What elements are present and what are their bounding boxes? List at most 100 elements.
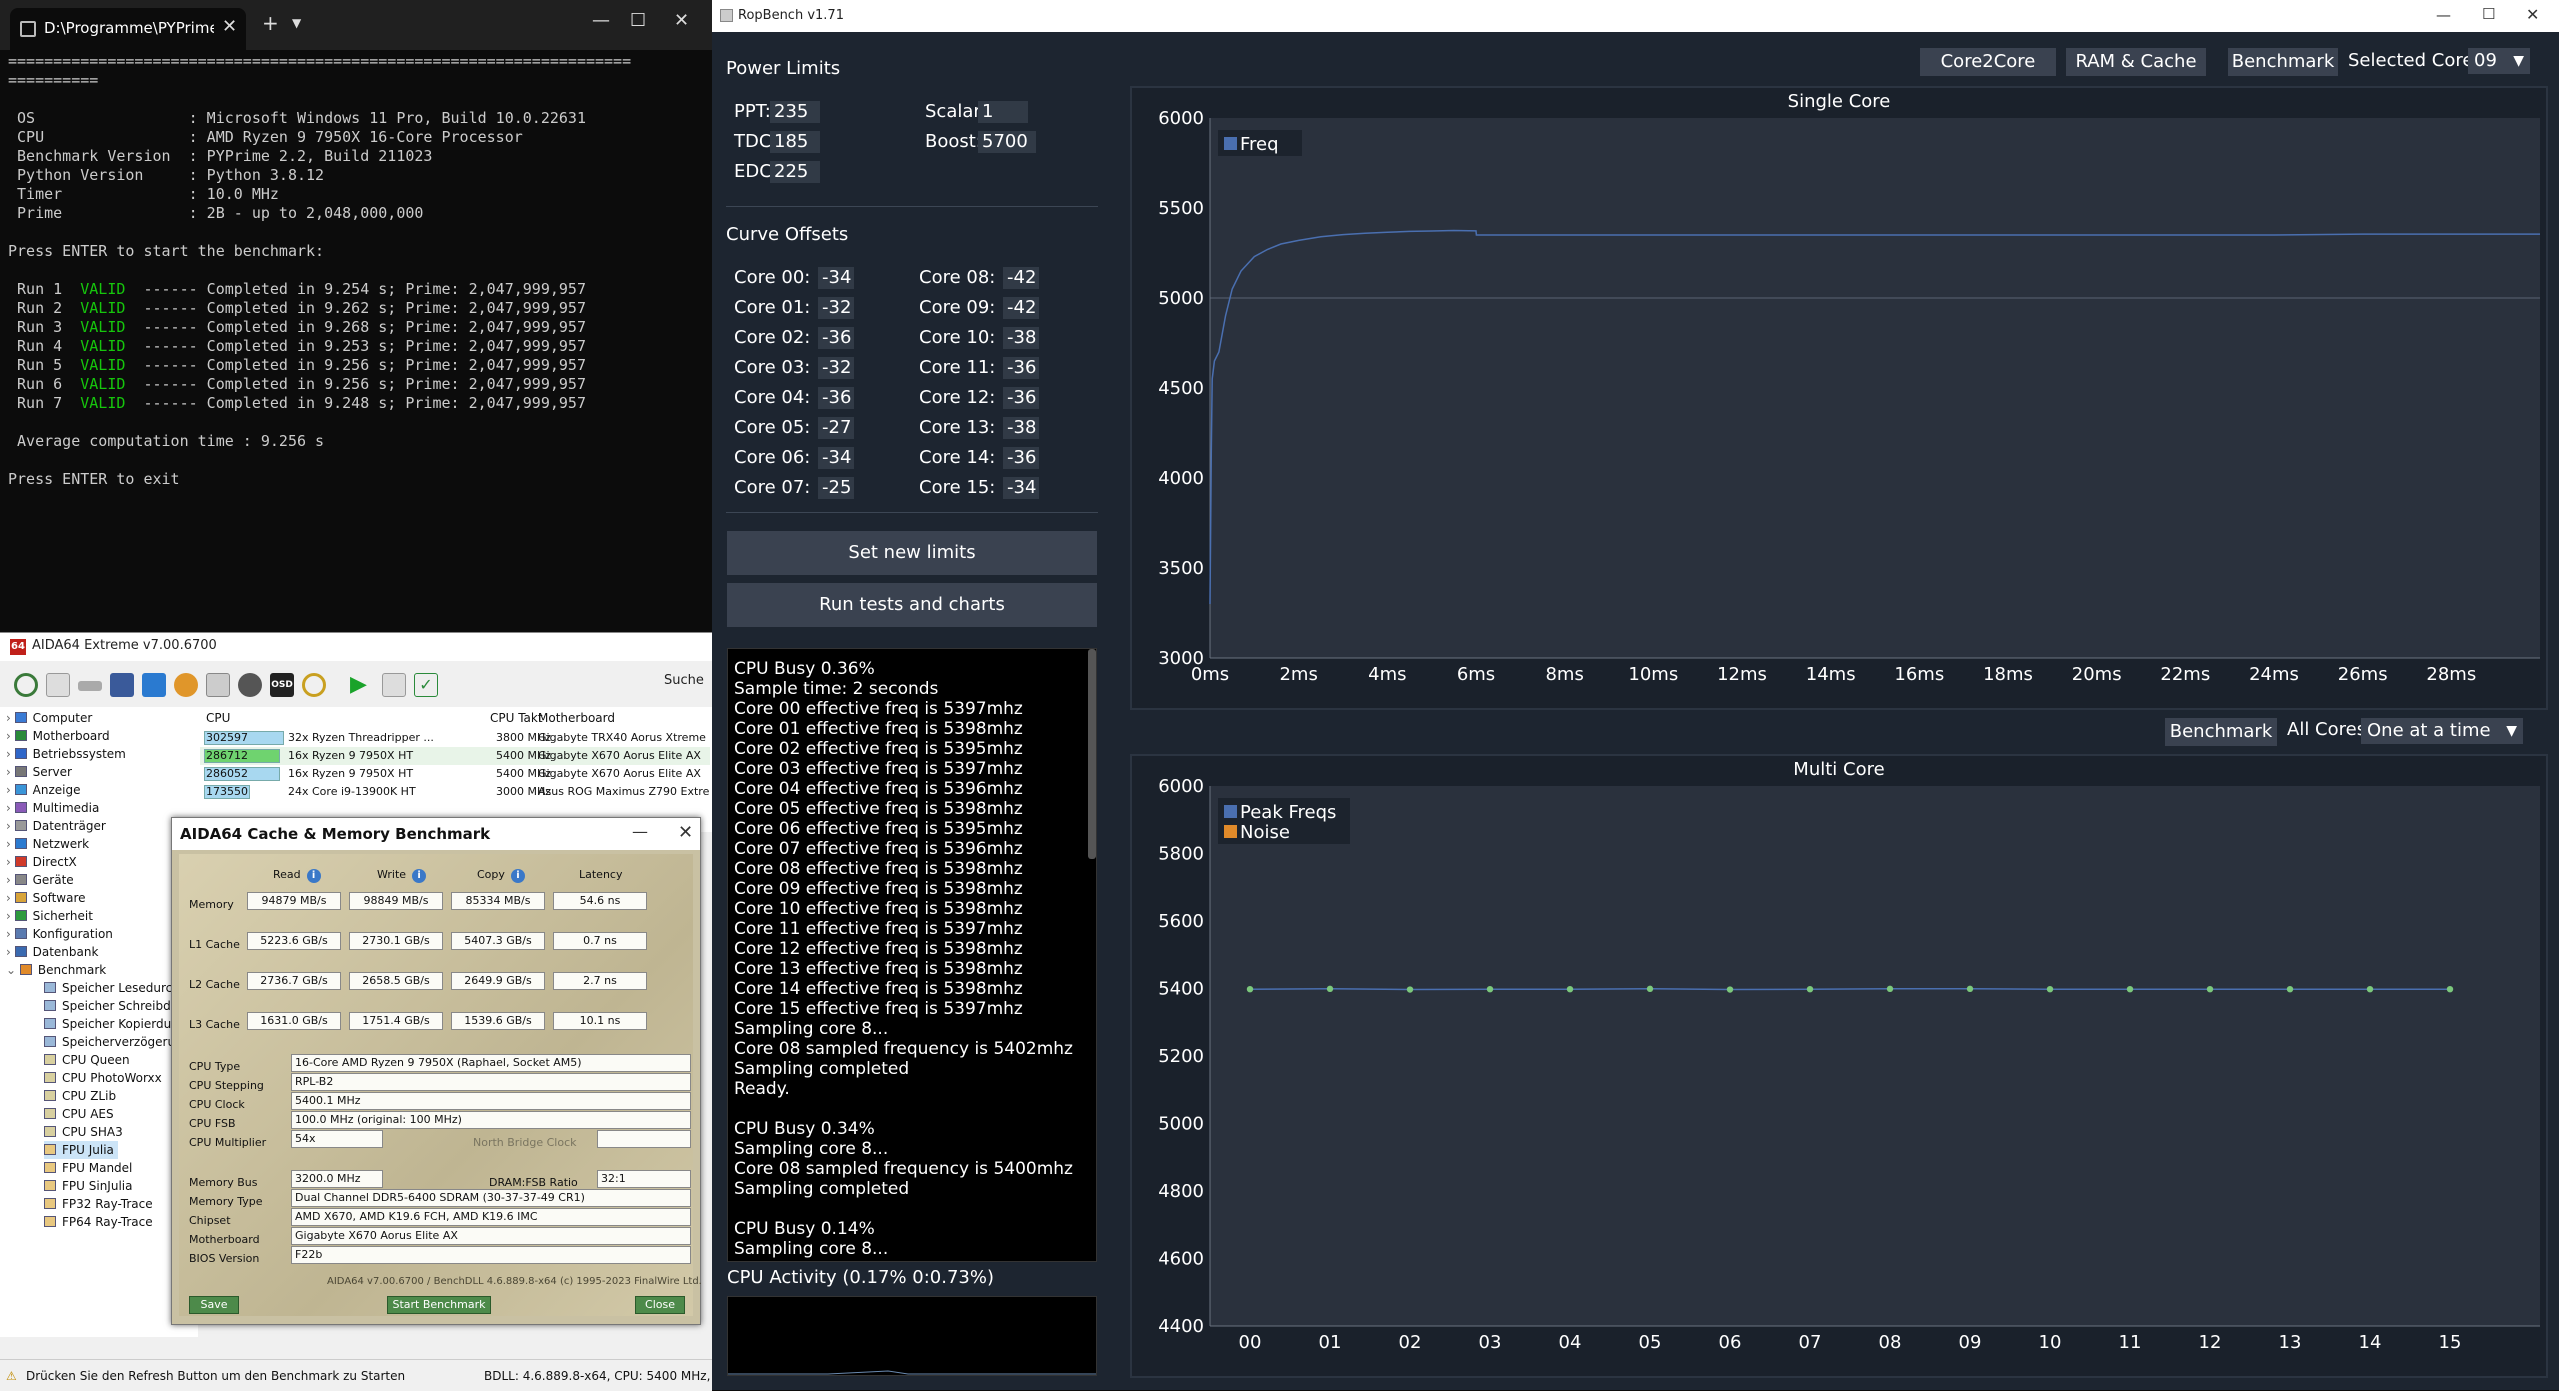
tree-item[interactable]: › Datenbank (6, 943, 98, 961)
osd-icon[interactable]: OSD (270, 673, 294, 697)
new-tab-icon[interactable]: + (262, 11, 279, 35)
expand-icon[interactable]: › (6, 945, 15, 959)
terminal-output[interactable]: ========================================… (8, 52, 631, 489)
expand-icon[interactable]: › (6, 765, 15, 779)
multi-benchmark-button[interactable]: Benchmark (2165, 718, 2277, 746)
core-offset-input[interactable]: -27 (818, 417, 854, 439)
close-icon[interactable]: ✕ (2526, 5, 2539, 24)
tree-item[interactable]: › Anzeige (6, 781, 80, 799)
expand-icon[interactable]: ⌄ (6, 963, 20, 977)
tree-item[interactable]: › Netzwerk (6, 835, 89, 853)
benchmark-tab[interactable]: Benchmark (2228, 48, 2338, 76)
close-button[interactable]: Close (635, 1296, 685, 1314)
maximize-icon[interactable]: ☐ (2482, 5, 2495, 23)
scalar-input[interactable]: 1 (978, 101, 1028, 123)
boost-input[interactable]: 5700 (978, 131, 1036, 153)
tree-item[interactable]: › Sicherheit (6, 907, 93, 925)
core-offset-input[interactable]: -25 (818, 477, 854, 499)
tree-item[interactable]: › Motherboard (6, 727, 110, 745)
benchmark-item[interactable]: FP32 Ray-Trace (44, 1195, 157, 1213)
expand-icon[interactable]: › (6, 837, 15, 851)
expand-icon[interactable]: › (6, 819, 15, 833)
core-offset-input[interactable]: -38 (1003, 417, 1039, 439)
benchmark-item[interactable]: FP64 Ray-Trace (44, 1213, 157, 1231)
close-icon[interactable]: ✕ (678, 822, 693, 843)
benchmark-item[interactable]: CPU PhotoWorxx (44, 1069, 166, 1087)
expand-icon[interactable]: › (6, 783, 15, 797)
maximize-icon[interactable]: ☐ (630, 10, 646, 31)
expand-icon[interactable]: › (6, 729, 15, 743)
tree-item[interactable]: › Server (6, 763, 72, 781)
tree-item[interactable]: › Konfiguration (6, 925, 113, 943)
benchmark-item[interactable]: FPU Mandel (44, 1159, 136, 1177)
minimize-icon[interactable]: — (632, 822, 648, 841)
column-header-cpu-clock[interactable]: CPU Takt (490, 711, 543, 725)
checklist-icon[interactable]: ✓ (414, 673, 438, 697)
mode-dropdown[interactable]: One at a time ▼ (2361, 718, 2523, 744)
close-icon[interactable]: ✕ (674, 10, 689, 31)
core2core-tab[interactable]: Core2Core (1920, 48, 2056, 76)
ram-cache-tab[interactable]: RAM & Cache (2066, 48, 2206, 76)
core-offset-input[interactable]: -36 (818, 387, 854, 409)
start-benchmark-button[interactable]: Start Benchmark (387, 1296, 491, 1314)
benchmark-item[interactable]: CPU Queen (44, 1051, 134, 1069)
core-offset-input[interactable]: -36 (1003, 447, 1039, 469)
log-scrollbar[interactable] (1088, 649, 1096, 859)
tree-item[interactable]: › Geräte (6, 871, 74, 889)
core-offset-input[interactable]: -34 (1003, 477, 1039, 499)
core-offset-input[interactable]: -42 (1003, 267, 1039, 289)
selected-core-dropdown[interactable]: 09 ▼ (2468, 48, 2530, 74)
expand-icon[interactable]: › (6, 855, 15, 869)
expand-icon[interactable]: › (6, 891, 15, 905)
user-icon[interactable] (238, 673, 262, 697)
core-offset-input[interactable]: -32 (818, 357, 854, 379)
core-offset-input[interactable]: -34 (818, 267, 854, 289)
tree-item[interactable]: › Datenträger (6, 817, 106, 835)
search-label[interactable]: Suche (664, 673, 704, 688)
save-button[interactable]: Save (189, 1296, 239, 1314)
info-icon[interactable]: i (510, 869, 525, 883)
tdc-input[interactable]: 185 (770, 131, 820, 153)
info-icon[interactable]: i (412, 869, 427, 883)
memory-icon[interactable] (78, 681, 102, 691)
tree-item[interactable]: › Computer (6, 709, 92, 727)
expand-icon[interactable]: › (6, 801, 15, 815)
close-tab-icon[interactable]: ✕ (222, 16, 237, 37)
edc-input[interactable]: 225 (770, 161, 820, 183)
core-offset-input[interactable]: -36 (818, 327, 854, 349)
benchmark-item[interactable]: Speicher Kopierdurc (44, 1015, 186, 1033)
core-offset-input[interactable]: -34 (818, 447, 854, 469)
ppt-input[interactable]: 235 (770, 101, 820, 123)
expand-icon[interactable]: › (6, 747, 15, 761)
refresh-icon[interactable] (14, 673, 38, 697)
benchmark-item[interactable]: FPU Julia (44, 1141, 118, 1159)
core-offset-input[interactable]: -32 (818, 297, 854, 319)
flame-icon[interactable] (174, 673, 198, 697)
benchmark-item[interactable]: CPU SHA3 (44, 1123, 127, 1141)
terminal-tab[interactable]: D:\Programme\PYPrime2.2\a ✕ (10, 8, 246, 50)
result-row[interactable]: 286712 16x Ryzen 9 7950X HT 5400 MHz Gigaby… (200, 747, 710, 765)
result-row[interactable]: 302597 32x Ryzen Threadripper ... 3800 MHz… (200, 729, 710, 747)
benchmark-item[interactable]: FPU SinJulia (44, 1177, 136, 1195)
result-row[interactable]: 286052 16x Ryzen 9 7950X HT 5400 MHz Gigaby… (200, 765, 710, 783)
minimize-icon[interactable]: — (592, 10, 610, 31)
column-header-motherboard[interactable]: Motherboard (538, 711, 615, 725)
set-new-limits-button[interactable]: Set new limits (727, 531, 1097, 575)
expand-icon[interactable]: › (6, 873, 15, 887)
tree-item[interactable]: › Betriebssystem (6, 745, 126, 763)
expand-icon[interactable]: › (6, 711, 15, 725)
benchmark-item[interactable]: Speicher Schreibdur (44, 997, 187, 1015)
result-row[interactable]: 173550 24x Core i9-13900K HT 3000 MHz Asus … (200, 783, 710, 801)
core-offset-input[interactable]: -38 (1003, 327, 1039, 349)
tools-icon[interactable] (206, 673, 230, 697)
core-offset-input[interactable]: -36 (1003, 387, 1039, 409)
benchmark-item[interactable]: CPU ZLib (44, 1087, 120, 1105)
benchmark-item[interactable]: Speicher Lesedurchs (44, 979, 190, 997)
chevron-down-icon[interactable]: ▼ (292, 16, 301, 30)
tree-item[interactable]: › Software (6, 889, 86, 907)
info-icon[interactable]: i (306, 869, 321, 883)
run-tests-button[interactable]: Run tests and charts (727, 583, 1097, 627)
report-icon[interactable] (46, 673, 70, 697)
computer-icon[interactable] (110, 673, 134, 697)
gauge-icon[interactable] (302, 673, 326, 697)
